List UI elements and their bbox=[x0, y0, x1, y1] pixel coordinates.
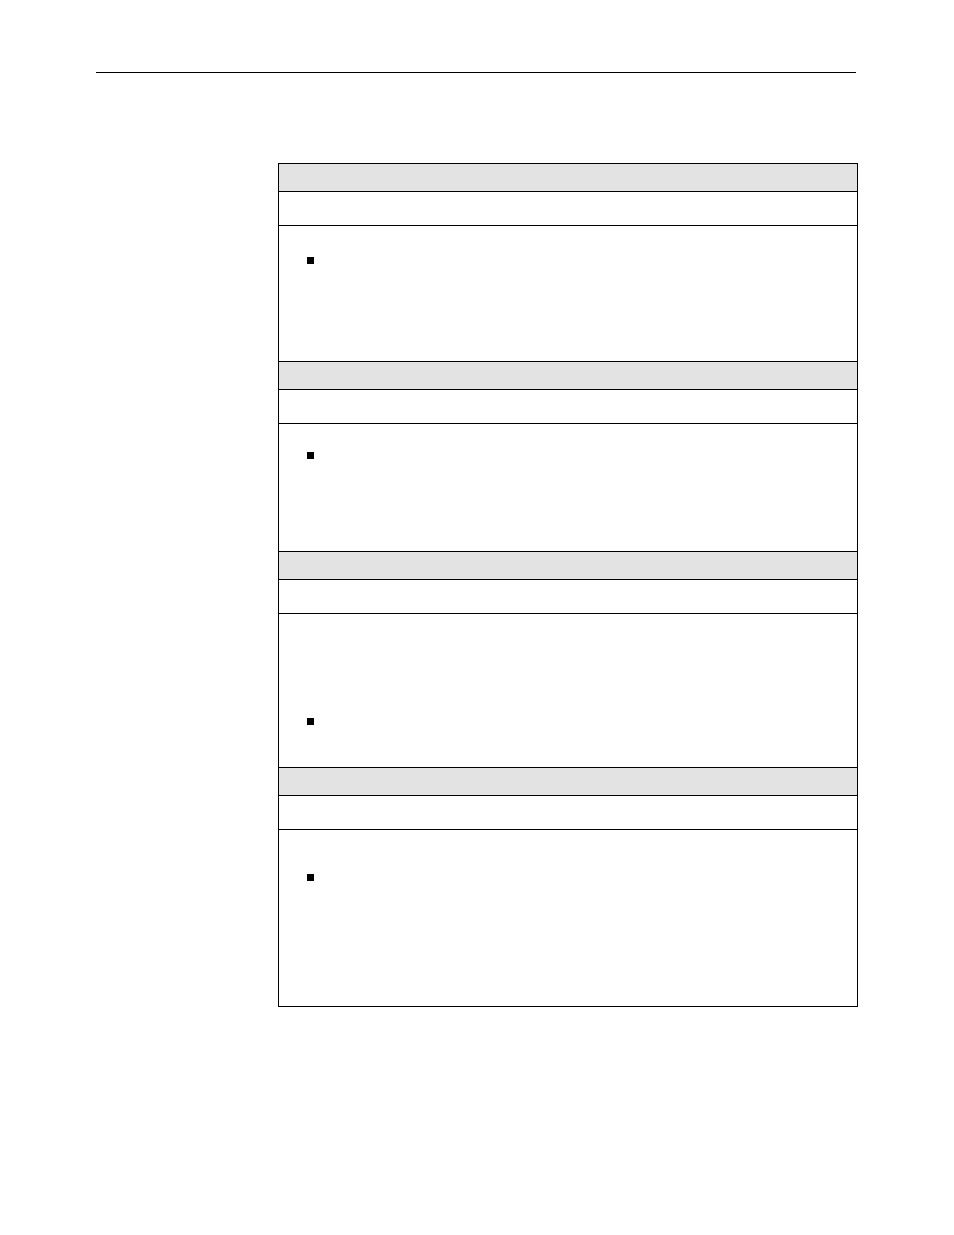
section-content-row bbox=[279, 226, 857, 362]
square-bullet-icon bbox=[307, 452, 314, 459]
header-rule bbox=[96, 72, 856, 73]
square-bullet-icon bbox=[307, 874, 314, 881]
section-header-row bbox=[279, 164, 857, 192]
section-subheader-row bbox=[279, 192, 857, 226]
section-header-row bbox=[279, 552, 857, 580]
section-content-row bbox=[279, 614, 857, 768]
section-content-row bbox=[279, 424, 857, 552]
structure-table bbox=[278, 163, 858, 1007]
section-subheader-row bbox=[279, 390, 857, 424]
document-page bbox=[0, 0, 954, 1235]
section-content-row bbox=[279, 830, 857, 1006]
square-bullet-icon bbox=[307, 257, 314, 264]
square-bullet-icon bbox=[307, 718, 314, 725]
section-header-row bbox=[279, 362, 857, 390]
section-header-row bbox=[279, 768, 857, 796]
section-subheader-row bbox=[279, 796, 857, 830]
section-subheader-row bbox=[279, 580, 857, 614]
